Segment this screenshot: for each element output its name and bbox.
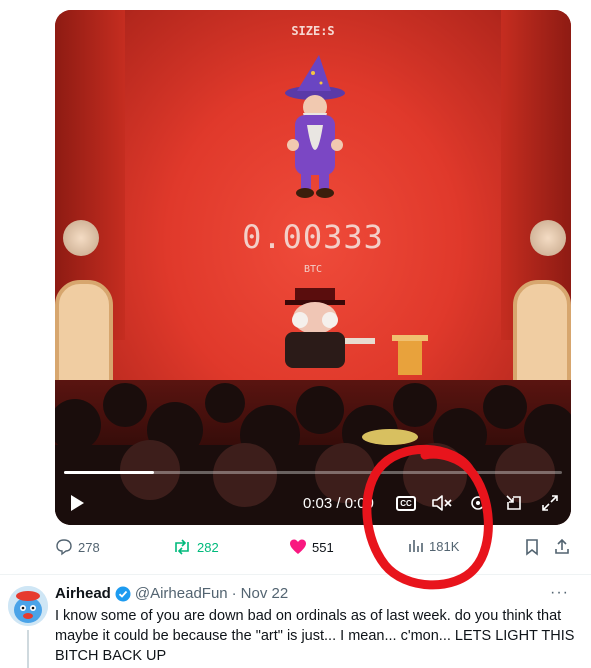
views-count: 181K bbox=[429, 538, 460, 554]
share-button[interactable] bbox=[553, 538, 571, 556]
tweet-action-bar: 278 282 551 181K bbox=[0, 538, 591, 562]
video-time: 0:03 / 0:00 bbox=[303, 495, 374, 512]
bookmark-button[interactable] bbox=[524, 538, 540, 556]
settings-button[interactable] bbox=[465, 488, 491, 518]
header-separator: · bbox=[231, 585, 237, 602]
dock-icon bbox=[506, 495, 521, 510]
avatar[interactable] bbox=[8, 586, 48, 626]
price-unit: BTC bbox=[303, 264, 323, 275]
reply-count: 278 bbox=[78, 539, 100, 555]
settings-icon bbox=[471, 496, 485, 510]
views-button[interactable]: 181K bbox=[408, 538, 459, 554]
speaker-muted-icon bbox=[432, 495, 452, 511]
play-button[interactable] bbox=[65, 488, 89, 518]
more-options-button[interactable]: ··· bbox=[550, 584, 569, 602]
heart-icon bbox=[290, 539, 306, 554]
share-icon bbox=[555, 538, 569, 554]
author-handle[interactable]: @AirheadFun bbox=[135, 585, 228, 602]
tweet-date[interactable]: Nov 22 bbox=[241, 585, 289, 602]
tweet-divider bbox=[0, 574, 591, 575]
mute-button[interactable] bbox=[429, 488, 455, 518]
repost-count: 282 bbox=[197, 539, 219, 555]
bookmark-icon bbox=[526, 539, 538, 556]
expand-icon bbox=[542, 495, 558, 511]
video-progress-fill bbox=[64, 471, 154, 474]
reply-icon bbox=[56, 539, 72, 556]
video-progress-bar[interactable] bbox=[64, 471, 562, 474]
play-icon bbox=[71, 495, 84, 511]
captions-icon: CC bbox=[396, 495, 416, 511]
video-player[interactable]: SIZE:S 0.00333 BTC CC 0:03 / 0:00 bbox=[55, 10, 571, 525]
podium bbox=[392, 335, 428, 375]
captions-button[interactable]: CC bbox=[393, 488, 419, 518]
airhead-avatar-image bbox=[8, 586, 48, 626]
size-label: SIZE:S bbox=[291, 24, 335, 38]
author-name[interactable]: Airhead bbox=[55, 585, 111, 602]
repost-icon bbox=[175, 539, 189, 555]
bar-chart-icon bbox=[409, 540, 423, 552]
verified-badge-icon bbox=[115, 586, 131, 601]
dock-button[interactable] bbox=[501, 488, 527, 518]
thread-line bbox=[27, 630, 29, 668]
tweet-text: I know some of you are down bad on ordin… bbox=[55, 608, 575, 664]
repost-button[interactable]: 282 bbox=[172, 538, 219, 556]
tycoon-figure bbox=[285, 288, 375, 368]
like-count: 551 bbox=[312, 539, 334, 555]
wizard-figure bbox=[285, 55, 345, 198]
tweet-header: Airhead @AirheadFun · Nov 22 bbox=[55, 585, 288, 602]
like-button[interactable]: 551 bbox=[289, 538, 334, 556]
price-display: 0.00333 bbox=[242, 218, 384, 256]
fullscreen-button[interactable] bbox=[537, 488, 563, 518]
reply-button[interactable]: 278 bbox=[55, 538, 100, 556]
